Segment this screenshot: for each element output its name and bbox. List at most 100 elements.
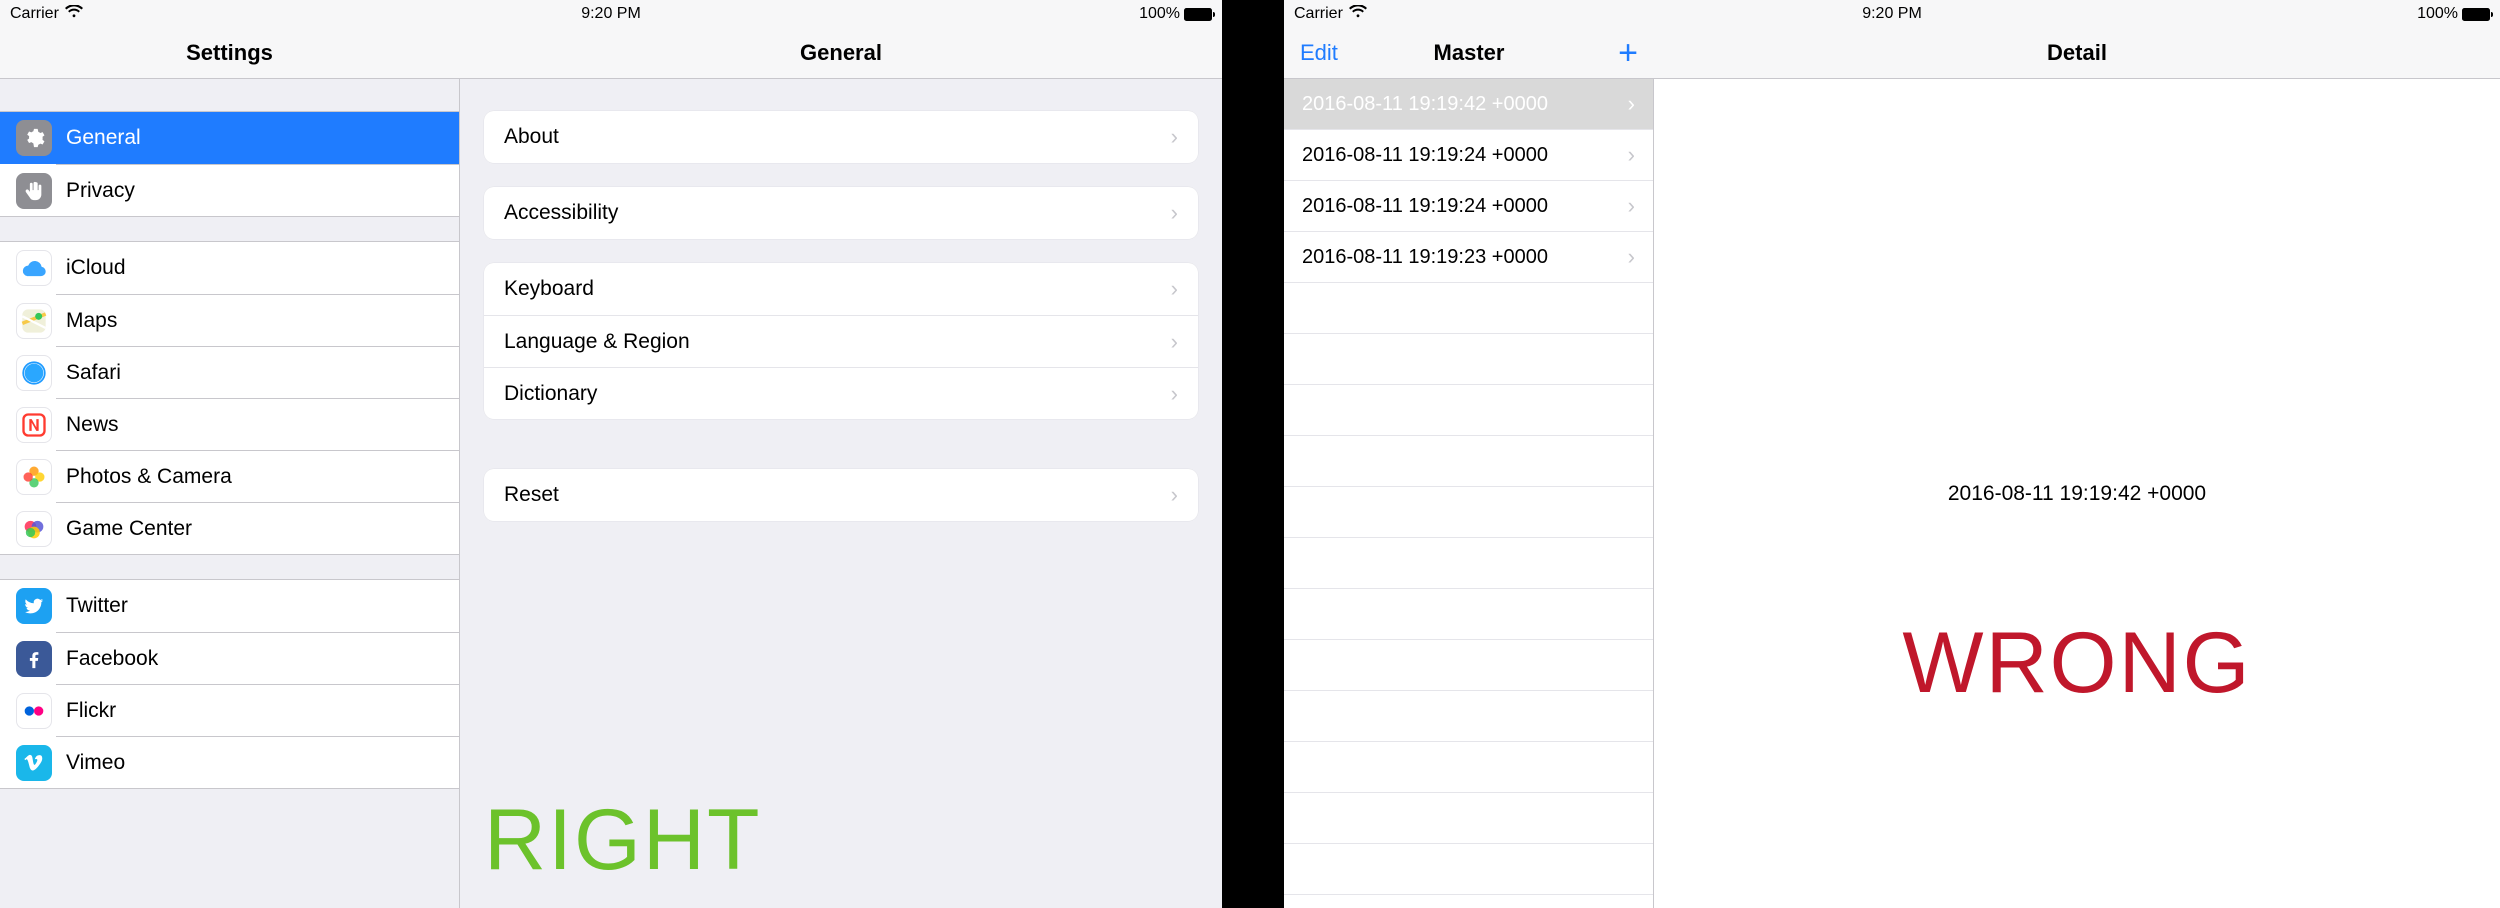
master-row-empty xyxy=(1284,589,1653,640)
sidebar-item-label: Flickr xyxy=(66,699,443,723)
sidebar-item-game-center[interactable]: Game Center xyxy=(56,502,459,554)
master-row-label: 2016-08-11 19:19:24 +0000 xyxy=(1302,144,1628,167)
facebook-icon xyxy=(16,641,52,677)
sidebar-item-label: Photos & Camera xyxy=(66,465,443,489)
status-bar: Carrier 9:20 PM 100% xyxy=(0,0,1222,28)
safari-icon xyxy=(16,355,52,391)
edit-button[interactable]: Edit xyxy=(1284,28,1354,78)
status-bar: Carrier 9:20 PM 100% xyxy=(1284,0,2500,28)
cell-accessibility[interactable]: Accessibility› xyxy=(484,187,1198,239)
settings-sidebar[interactable]: General Privacy iCloud Maps Safari News Photos… xyxy=(0,79,460,908)
sidebar-item-label: Facebook xyxy=(66,647,443,671)
cell-reset[interactable]: Reset› xyxy=(484,469,1198,521)
master-row-empty xyxy=(1284,640,1653,691)
master-row[interactable]: 2016-08-11 19:19:24 +0000› xyxy=(1284,181,1653,232)
sidebar-item-privacy[interactable]: Privacy xyxy=(56,164,459,216)
battery-percent: 100% xyxy=(2417,5,2458,23)
divider-gap xyxy=(1222,0,1284,908)
sidebar-item-twitter[interactable]: Twitter xyxy=(0,580,459,632)
status-time: 9:20 PM xyxy=(0,5,1222,23)
carrier-label: Carrier xyxy=(10,5,59,23)
chevron-right-icon: › xyxy=(1628,193,1635,219)
master-title: Master xyxy=(1434,40,1505,66)
detail-navbar: Detail xyxy=(1654,28,2500,78)
sidebar-title: Settings xyxy=(186,40,273,66)
sidebar-item-facebook[interactable]: Facebook xyxy=(56,632,459,684)
sidebar-item-label: iCloud xyxy=(66,256,443,280)
cell-label: Reset xyxy=(504,483,1171,507)
chevron-right-icon: › xyxy=(1628,91,1635,117)
sidebar-item-photos-camera[interactable]: Photos & Camera xyxy=(56,450,459,502)
chevron-right-icon: › xyxy=(1628,244,1635,270)
sidebar-item-label: General xyxy=(66,126,443,150)
master-row-label: 2016-08-11 19:19:42 +0000 xyxy=(1302,93,1628,116)
right-ipad: Carrier 9:20 PM 100% Edit Master + Detai… xyxy=(1284,0,2500,908)
master-row-empty xyxy=(1284,538,1653,589)
cell-label: Language & Region xyxy=(504,330,1171,354)
sidebar-item-label: Privacy xyxy=(66,179,443,203)
master-row[interactable]: 2016-08-11 19:19:23 +0000› xyxy=(1284,232,1653,283)
detail-value: 2016-08-11 19:19:42 +0000 xyxy=(1948,482,2206,506)
sidebar-item-safari[interactable]: Safari xyxy=(56,346,459,398)
master-row-label: 2016-08-11 19:19:24 +0000 xyxy=(1302,195,1628,218)
detail-navbar: General xyxy=(460,28,1222,78)
chevron-right-icon: › xyxy=(1171,482,1178,508)
battery-percent: 100% xyxy=(1139,5,1180,23)
add-button[interactable]: + xyxy=(1602,28,1654,78)
photos-icon xyxy=(16,459,52,495)
sidebar-item-icloud[interactable]: iCloud xyxy=(0,242,459,294)
carrier-label: Carrier xyxy=(1294,5,1343,23)
wifi-icon xyxy=(65,5,83,23)
sidebar-item-general[interactable]: General xyxy=(0,112,459,164)
cell-about[interactable]: About› xyxy=(484,111,1198,163)
master-row-empty xyxy=(1284,283,1653,334)
cell-keyboard[interactable]: Keyboard› xyxy=(484,263,1198,315)
wifi-icon xyxy=(1349,5,1367,23)
master-row-empty xyxy=(1284,742,1653,793)
master-row-empty xyxy=(1284,691,1653,742)
chevron-right-icon: › xyxy=(1628,142,1635,168)
flickr-icon xyxy=(16,693,52,729)
overlay-wrong-label: WRONG xyxy=(1654,614,2500,713)
chevron-right-icon: › xyxy=(1171,200,1178,226)
news-icon xyxy=(16,407,52,443)
chevron-right-icon: › xyxy=(1171,124,1178,150)
status-time: 9:20 PM xyxy=(1284,5,2500,23)
twitter-icon xyxy=(16,588,52,624)
detail-pane: 2016-08-11 19:19:42 +0000 WRONG xyxy=(1654,79,2500,908)
sidebar-item-maps[interactable]: Maps xyxy=(56,294,459,346)
icloud-icon xyxy=(16,250,52,286)
chevron-right-icon: › xyxy=(1171,381,1178,407)
sidebar-item-label: Game Center xyxy=(66,517,443,541)
master-row[interactable]: 2016-08-11 19:19:42 +0000› xyxy=(1284,79,1653,130)
master-navbar: Edit Master + xyxy=(1284,28,1654,78)
sidebar-navbar: Settings xyxy=(0,28,460,78)
gear-icon xyxy=(16,120,52,156)
master-row[interactable]: 2016-08-11 19:19:24 +0000› xyxy=(1284,130,1653,181)
battery-icon xyxy=(1184,8,1212,21)
master-row-empty xyxy=(1284,436,1653,487)
battery-icon xyxy=(2462,8,2490,21)
chevron-right-icon: › xyxy=(1171,329,1178,355)
sidebar-item-label: Maps xyxy=(66,309,443,333)
detail-title: Detail xyxy=(2047,40,2107,66)
gamecenter-icon xyxy=(16,511,52,547)
sidebar-item-label: Twitter xyxy=(66,594,443,618)
master-row-empty xyxy=(1284,334,1653,385)
cell-label: Keyboard xyxy=(504,277,1171,301)
left-ipad: Carrier 9:20 PM 100% Settings General xyxy=(0,0,1222,908)
hand-icon xyxy=(16,173,52,209)
cell-dictionary[interactable]: Dictionary› xyxy=(484,367,1198,419)
master-list[interactable]: 2016-08-11 19:19:42 +0000›2016-08-11 19:… xyxy=(1284,79,1654,908)
general-detail[interactable]: About›Accessibility›Keyboard›Language & … xyxy=(460,79,1222,908)
plus-icon: + xyxy=(1618,36,1638,70)
cell-language-region[interactable]: Language & Region› xyxy=(484,315,1198,367)
sidebar-item-label: Safari xyxy=(66,361,443,385)
sidebar-item-vimeo[interactable]: Vimeo xyxy=(56,736,459,788)
sidebar-item-news[interactable]: News xyxy=(56,398,459,450)
master-row-label: 2016-08-11 19:19:23 +0000 xyxy=(1302,246,1628,269)
detail-title: General xyxy=(800,40,882,66)
master-row-empty xyxy=(1284,793,1653,844)
sidebar-item-label: News xyxy=(66,413,443,437)
sidebar-item-flickr[interactable]: Flickr xyxy=(56,684,459,736)
